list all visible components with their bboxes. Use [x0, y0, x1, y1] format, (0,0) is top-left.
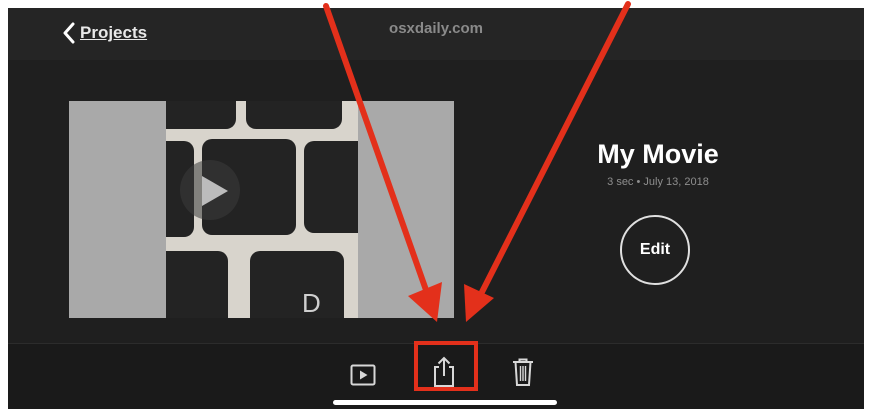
watermark-site: osxdaily.com [389, 20, 483, 37]
movie-title: My Movie [597, 139, 719, 169]
keyboard-key [304, 141, 358, 233]
home-indicator [333, 400, 557, 405]
navigation-bar: Projects osxdaily.com [8, 8, 864, 60]
imovie-project-screen: Projects osxdaily.com D My Movie 3 sec •… [8, 8, 864, 409]
play-icon[interactable] [350, 364, 376, 391]
video-thumbnail[interactable]: D [69, 101, 454, 318]
movie-meta: 3 sec • July 13, 2018 [607, 176, 709, 188]
key-label: D [302, 288, 321, 318]
keyboard-key [250, 251, 344, 318]
share-highlight-box [414, 341, 478, 391]
keyboard-key [246, 101, 342, 129]
trash-icon[interactable] [511, 357, 535, 392]
edit-button[interactable]: Edit [620, 215, 690, 285]
play-overlay-icon[interactable] [180, 160, 240, 220]
keyboard-key [166, 101, 236, 129]
keyboard-key [166, 251, 228, 318]
